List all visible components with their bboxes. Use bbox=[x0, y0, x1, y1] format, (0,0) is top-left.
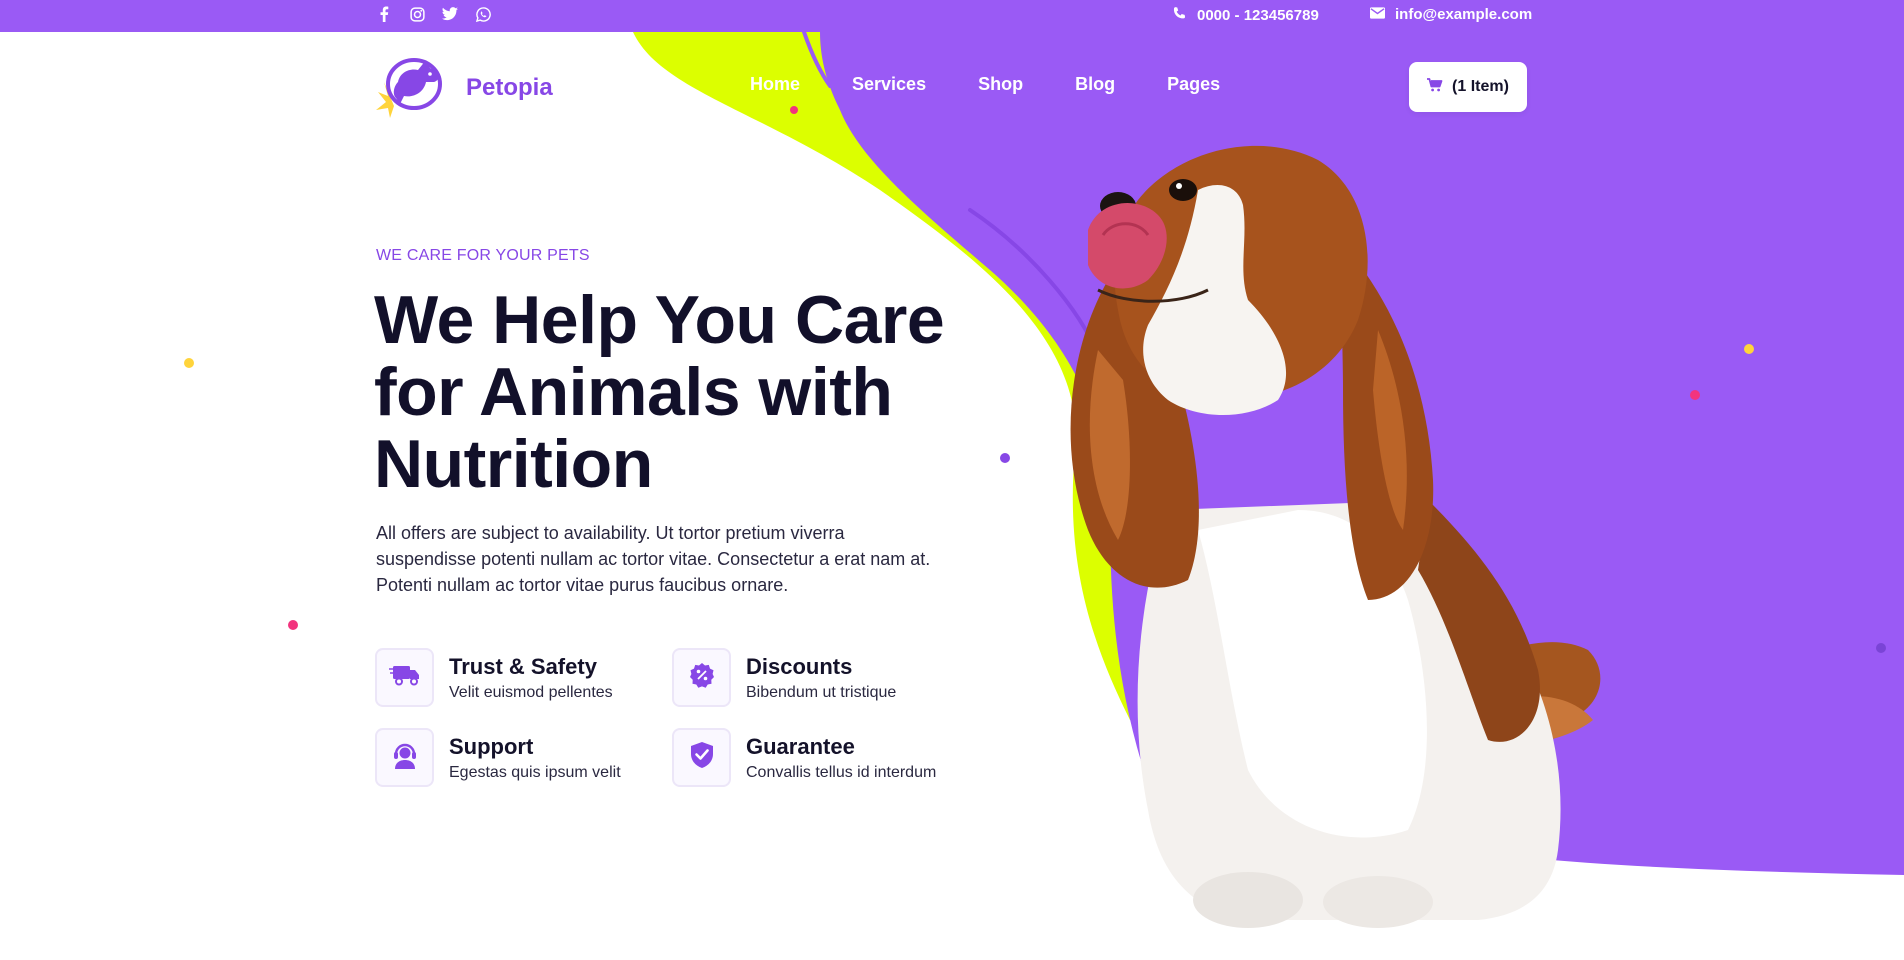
confetti-dot bbox=[1000, 453, 1010, 463]
feature-icon-box bbox=[672, 728, 731, 787]
delivery-truck-icon bbox=[388, 664, 421, 691]
envelope-icon bbox=[1370, 6, 1385, 23]
email-address: info@example.com bbox=[1395, 6, 1533, 23]
shield-check-icon bbox=[690, 741, 714, 774]
feature-trust-safety: Trust & Safety Velit euismod pellentes bbox=[375, 648, 613, 707]
cart-label: (1 Item) bbox=[1452, 78, 1509, 95]
feature-icon-box bbox=[375, 728, 434, 787]
active-nav-indicator bbox=[790, 106, 798, 114]
confetti-dot bbox=[288, 620, 298, 630]
contact-phone[interactable]: 0000 - 123456789 bbox=[1172, 6, 1319, 25]
feature-icon-box bbox=[672, 648, 731, 707]
landing-page: 0000 - 123456789 info@example.com Petopi… bbox=[0, 0, 1904, 960]
feature-guarantee: Guarantee Convallis tellus id interdum bbox=[672, 728, 936, 787]
feature-description: Convallis tellus id interdum bbox=[746, 764, 937, 781]
feature-description: Egestas quis ipsum velit bbox=[449, 764, 621, 781]
feature-title: Discounts bbox=[746, 654, 853, 679]
main-nav: Home Services Shop Blog Pages bbox=[750, 74, 1220, 95]
whatsapp-icon[interactable] bbox=[473, 4, 493, 24]
contact-email[interactable]: info@example.com bbox=[1370, 6, 1532, 23]
hero-headline: We Help You Care for Animals with Nutrit… bbox=[374, 282, 945, 502]
feature-description: Velit euismod pellentes bbox=[449, 684, 613, 701]
feature-discounts: Discounts Bibendum ut tristique bbox=[672, 648, 896, 707]
twitter-icon[interactable] bbox=[440, 4, 460, 24]
confetti-dot bbox=[184, 358, 194, 368]
feature-description: Bibendum ut tristique bbox=[746, 684, 897, 701]
feature-title: Support bbox=[449, 734, 534, 759]
feature-support: Support Egestas quis ipsum velit bbox=[375, 728, 621, 787]
instagram-icon[interactable] bbox=[407, 4, 427, 24]
hero-description: All offers are subject to availability. … bbox=[376, 523, 931, 595]
phone-icon bbox=[1172, 6, 1187, 25]
feature-text: Trust & Safety Velit euismod pellentes bbox=[449, 648, 613, 702]
nav-services[interactable]: Services bbox=[852, 74, 926, 95]
feature-text: Discounts Bibendum ut tristique bbox=[746, 648, 896, 702]
logo-text: Petopia bbox=[466, 73, 553, 101]
feature-title: Trust & Safety bbox=[449, 654, 597, 679]
feature-text: Support Egestas quis ipsum velit bbox=[449, 728, 621, 782]
cart-icon bbox=[1427, 77, 1443, 97]
topbar: 0000 - 123456789 info@example.com bbox=[0, 0, 1904, 32]
dog-image bbox=[1070, 145, 1601, 928]
feature-text: Guarantee Convallis tellus id interdum bbox=[746, 728, 936, 782]
discount-badge-icon bbox=[689, 662, 715, 693]
nav-shop[interactable]: Shop bbox=[978, 74, 1023, 95]
confetti-dot bbox=[1690, 390, 1700, 400]
phone-number: 0000 - 123456789 bbox=[1197, 7, 1319, 24]
confetti-dot bbox=[1744, 344, 1754, 354]
facebook-icon[interactable] bbox=[374, 4, 394, 24]
site-logo[interactable]: Petopia bbox=[374, 52, 553, 123]
nav-blog[interactable]: Blog bbox=[1075, 74, 1115, 95]
social-links bbox=[374, 4, 493, 24]
nav-home[interactable]: Home bbox=[750, 74, 800, 95]
nav-pages[interactable]: Pages bbox=[1167, 74, 1220, 95]
confetti-dot bbox=[1876, 643, 1886, 653]
cart-button[interactable]: (1 Item) bbox=[1409, 62, 1527, 112]
feature-icon-box bbox=[375, 648, 434, 707]
petopia-logo-icon bbox=[374, 52, 452, 123]
feature-title: Guarantee bbox=[746, 734, 855, 759]
support-agent-icon bbox=[392, 741, 418, 774]
hero-eyebrow: WE CARE FOR YOUR PETS bbox=[376, 247, 590, 264]
